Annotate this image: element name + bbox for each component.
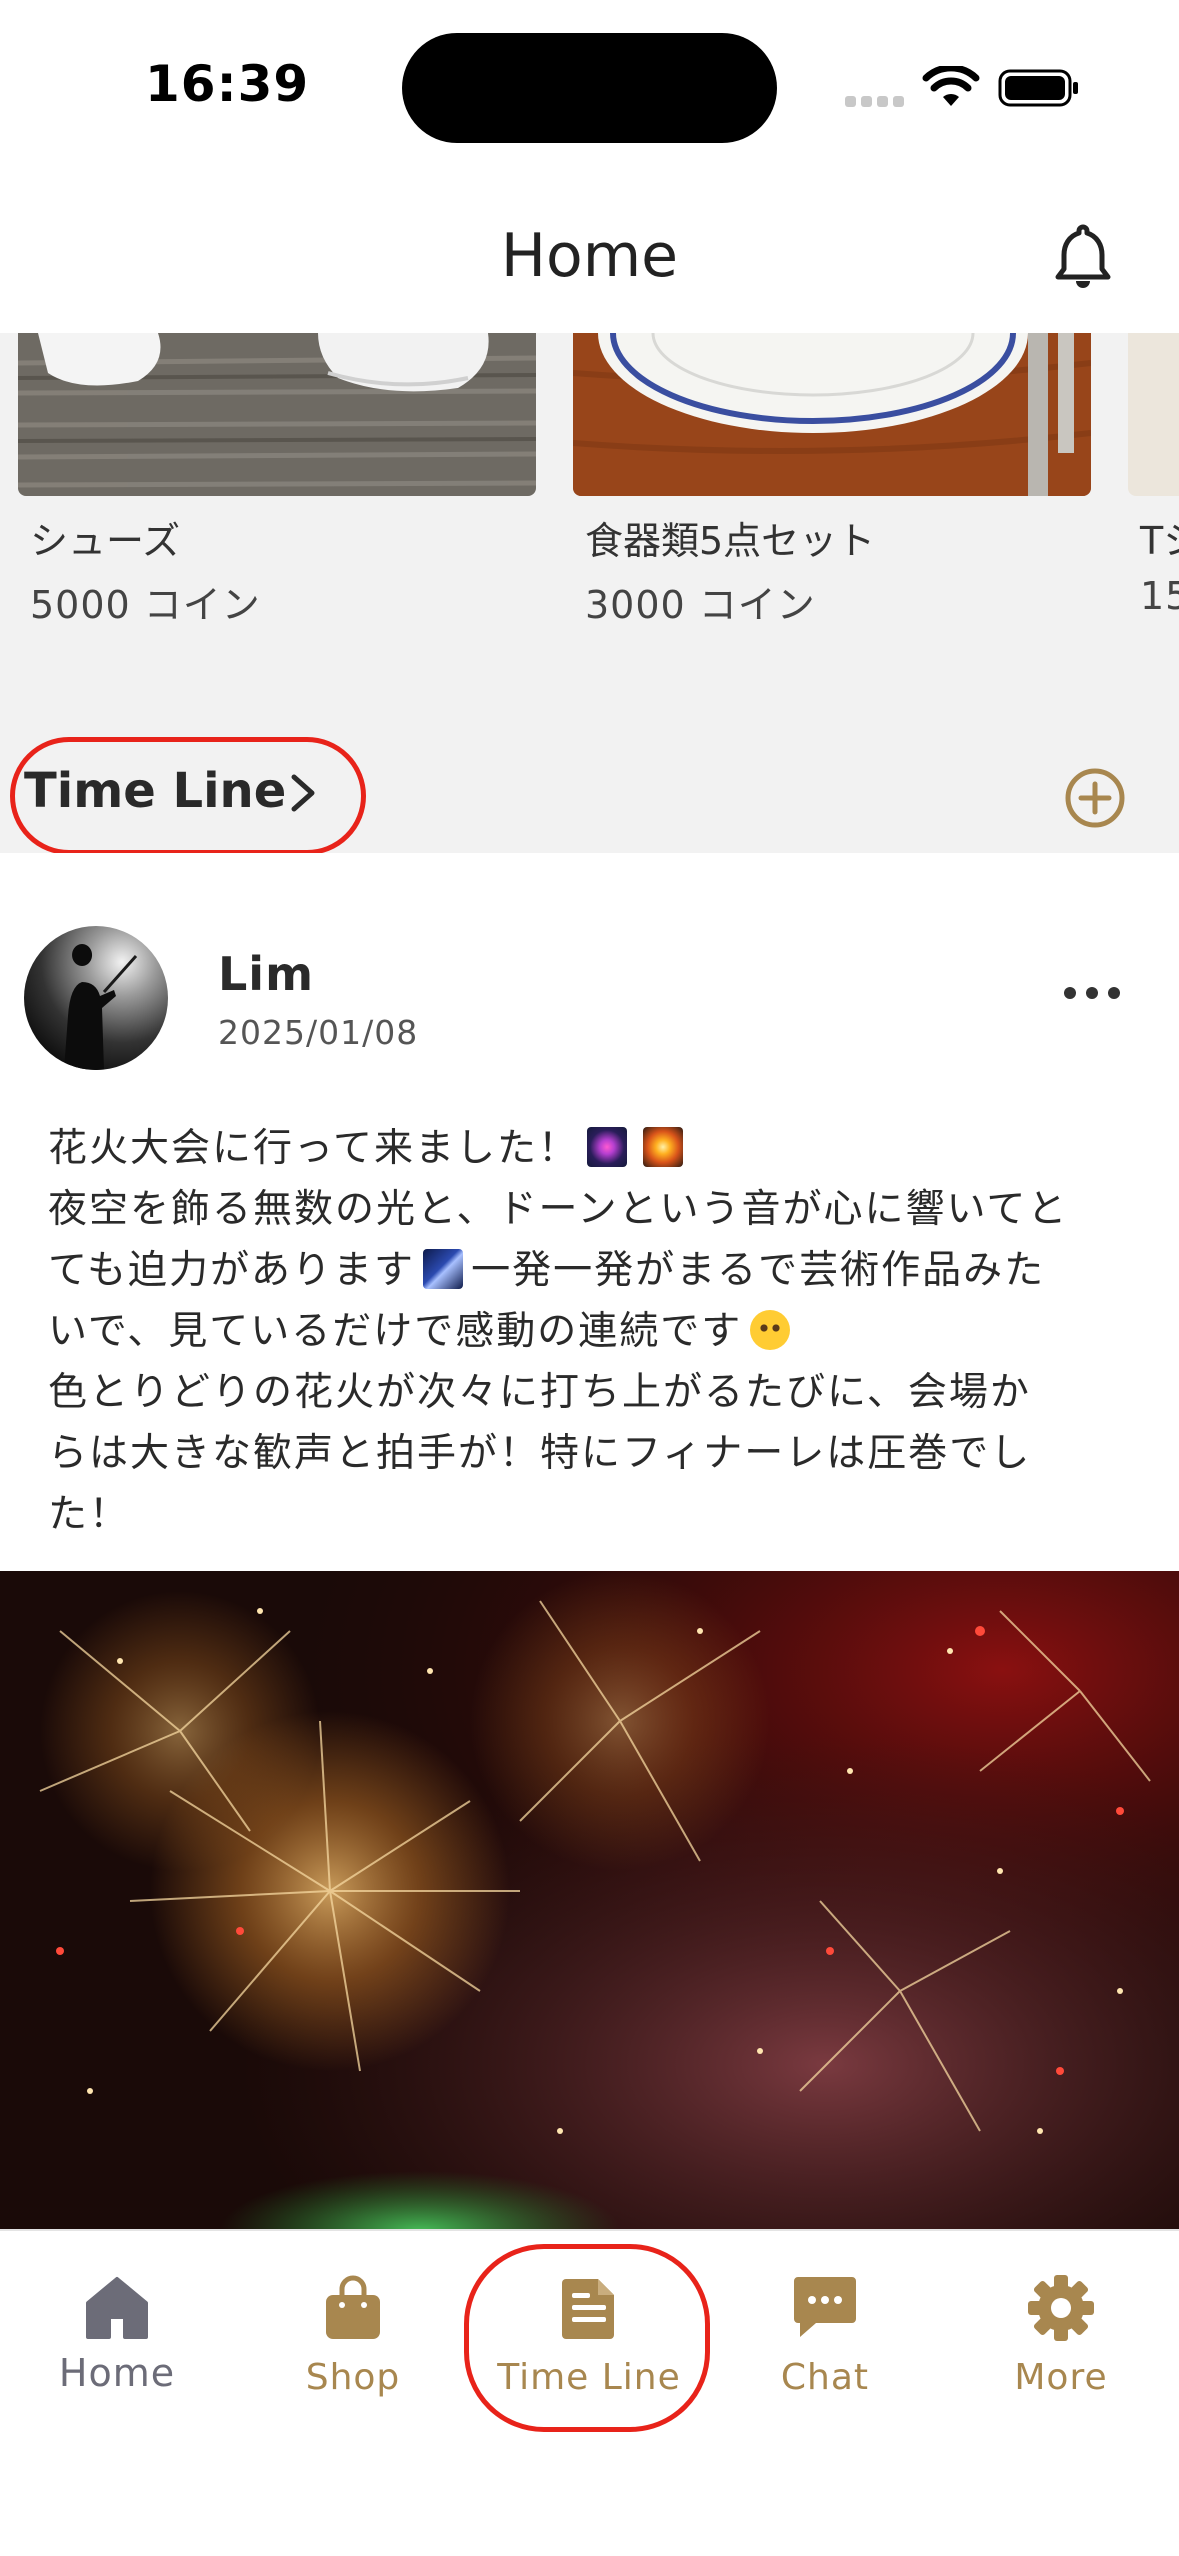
chat-bubble-icon — [794, 2277, 856, 2337]
tab-more[interactable]: More — [946, 2273, 1176, 2433]
tab-shop[interactable]: Shop — [238, 2273, 468, 2433]
product-image-shoes — [18, 333, 536, 496]
post-body: 花火大会に行って来ました！ 夜空を飾る無数の光と、ドーンという音が心に響いてと … — [48, 1118, 1138, 1545]
sparkler-emoji-icon — [643, 1127, 684, 1167]
product-image-tshirt — [1128, 333, 1179, 496]
post-text-line: らは大きな歓声と拍手が！特にフィナーレは圧巻でし — [48, 1431, 1032, 1476]
status-bar: 16:39 — [0, 0, 1179, 175]
product-name: 食器類5点セット — [585, 519, 876, 563]
tab-label: Shop — [305, 2357, 401, 2398]
product-price: 3000 コイン — [585, 583, 816, 627]
add-post-icon[interactable] — [1064, 767, 1126, 829]
post-author[interactable]: Lim — [218, 947, 314, 1001]
product-image-tableware — [573, 333, 1091, 496]
tab-label: More — [1014, 2357, 1108, 2398]
post-text-line: ても迫力があります — [48, 1248, 416, 1293]
post-text-line: た！ — [48, 1492, 131, 1537]
tab-label: Home — [58, 2351, 176, 2395]
cellular-signal-icon — [845, 96, 905, 108]
post-image-fireworks[interactable] — [0, 1571, 1179, 2229]
product-price: 15 — [1140, 574, 1179, 618]
highlight-annotation — [464, 2244, 710, 2432]
dynamic-island — [402, 33, 777, 143]
post-date: 2025/01/08 — [218, 1013, 419, 1052]
post-text-line: 花火大会に行って来ました！ — [48, 1126, 580, 1171]
product-price: 5000 コイン — [30, 583, 261, 627]
more-options-icon[interactable] — [1062, 983, 1122, 1003]
gear-icon — [1028, 2275, 1094, 2341]
post-text-line: いで、見ているだけで感動の連続です — [48, 1309, 743, 1354]
house-icon — [86, 2277, 148, 2339]
shopping-bag-icon — [326, 2275, 380, 2339]
notification-bell-icon[interactable] — [1053, 223, 1113, 291]
wifi-icon — [922, 66, 980, 106]
highlight-annotation — [10, 737, 366, 855]
tab-label: Chat — [780, 2357, 870, 2398]
post-text-line: 色とりどりの花火が次々に打ち上がるたびに、会場か — [48, 1370, 1031, 1415]
timeline-section-header: Time Line — [0, 723, 1179, 855]
tab-home[interactable]: Home — [2, 2273, 232, 2433]
nav-header: Home — [0, 175, 1179, 333]
fireworks-emoji-icon — [587, 1127, 628, 1167]
milky-way-emoji-icon — [423, 1249, 464, 1289]
product-name: シューズ — [30, 519, 181, 563]
battery-icon — [998, 69, 1078, 107]
avatar[interactable] — [24, 926, 168, 1070]
tab-chat[interactable]: Chat — [710, 2273, 940, 2433]
product-name: Tシ — [1140, 519, 1179, 563]
post-text-line: 夜空を飾る無数の光と、ドーンという音が心に響いてと — [48, 1187, 1069, 1232]
pleading-face-emoji-icon — [750, 1310, 791, 1350]
timeline-post: Lim 2025/01/08 花火大会に行って来ました！ 夜空を飾る無数の光と、… — [0, 853, 1179, 2229]
status-time: 16:39 — [145, 55, 310, 113]
post-text-line: 一発一発がまるで芸術作品みた — [471, 1248, 1046, 1293]
page-title: Home — [500, 221, 679, 291]
